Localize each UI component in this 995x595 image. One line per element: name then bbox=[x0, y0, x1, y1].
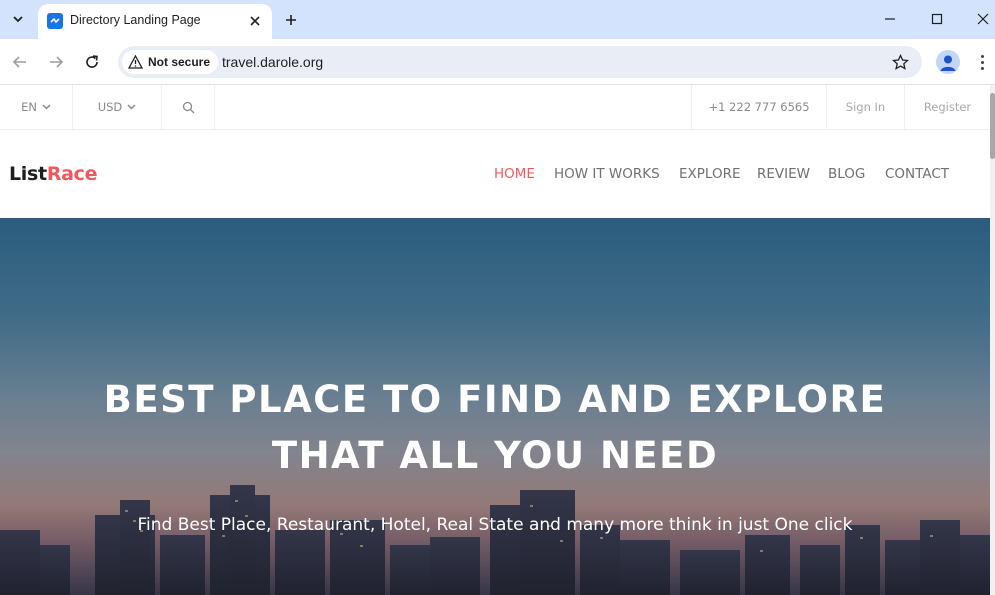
site-favicon-icon bbox=[47, 13, 63, 29]
nav-how-it-works[interactable]: HOW IT WORKS bbox=[554, 166, 660, 182]
reload-icon bbox=[86, 55, 98, 68]
phone-text: +1 222 777 6565 bbox=[708, 100, 810, 114]
url-text[interactable]: travel.darole.org bbox=[222, 54, 323, 70]
maximize-icon bbox=[931, 13, 943, 25]
minimize-icon bbox=[885, 18, 895, 20]
maximize-button[interactable] bbox=[923, 6, 951, 32]
back-button[interactable] bbox=[7, 49, 33, 75]
site-logo[interactable]: ListRace bbox=[9, 163, 98, 185]
browser-menu-button[interactable] bbox=[975, 51, 989, 73]
nav-contact[interactable]: CONTACT bbox=[885, 166, 949, 182]
tab-search-button[interactable] bbox=[6, 7, 30, 31]
address-bar[interactable]: Not secure travel.darole.org bbox=[118, 46, 922, 78]
hero-title-line-2: THAT ALL YOU NEED bbox=[271, 434, 719, 477]
logo-part-list: List bbox=[9, 163, 47, 185]
security-label: Not secure bbox=[148, 55, 211, 69]
language-selector[interactable]: EN bbox=[0, 85, 73, 129]
close-icon bbox=[250, 16, 260, 26]
language-value: EN bbox=[21, 100, 37, 114]
dot bbox=[980, 54, 984, 58]
tab-title: Directory Landing Page bbox=[70, 13, 201, 27]
new-tab-button[interactable] bbox=[280, 9, 302, 31]
register-label: Register bbox=[923, 100, 972, 114]
arrow-right-icon bbox=[50, 56, 64, 68]
plus-icon bbox=[286, 15, 296, 25]
sign-in-label: Sign In bbox=[845, 100, 886, 114]
nav-review[interactable]: REVIEW bbox=[757, 166, 810, 182]
search-icon bbox=[182, 101, 194, 113]
chevron-down-icon bbox=[127, 104, 136, 110]
browser-tab-strip: Directory Landing Page bbox=[0, 0, 995, 39]
currency-selector[interactable]: USD bbox=[73, 85, 162, 129]
security-indicator[interactable]: Not secure bbox=[122, 50, 219, 74]
web-page: EN USD +1 222 777 6565 Sign In Register … bbox=[0, 85, 990, 595]
browser-toolbar: Not secure travel.darole.org bbox=[0, 39, 995, 85]
arrow-left-icon bbox=[12, 56, 26, 68]
main-navbar: ListRace HOME HOW IT WORKS EXPLORE REVIE… bbox=[0, 130, 990, 218]
hero-subtitle: Find Best Place, Restaurant, Hotel, Real… bbox=[137, 515, 853, 535]
phone-number: +1 222 777 6565 bbox=[691, 85, 827, 129]
tab-close-button[interactable] bbox=[246, 12, 264, 30]
chevron-down-icon bbox=[13, 16, 23, 23]
active-tab[interactable]: Directory Landing Page bbox=[38, 4, 272, 39]
dot bbox=[980, 60, 984, 64]
warning-icon bbox=[128, 55, 143, 69]
hero-banner: BEST PLACE TO FIND AND EXPLORE THAT ALL … bbox=[0, 218, 990, 595]
star-icon bbox=[891, 53, 909, 70]
top-bar: EN USD +1 222 777 6565 Sign In Register bbox=[0, 85, 990, 130]
logo-part-race: Race bbox=[46, 163, 98, 185]
close-icon bbox=[977, 13, 989, 25]
forward-button[interactable] bbox=[43, 49, 69, 75]
page-scrollbar[interactable] bbox=[990, 85, 995, 595]
currency-value: USD bbox=[97, 100, 123, 114]
sign-in-link[interactable]: Sign In bbox=[827, 85, 905, 129]
person-icon bbox=[940, 55, 956, 71]
minimize-button[interactable] bbox=[876, 6, 904, 32]
reload-button[interactable] bbox=[79, 49, 105, 75]
search-button[interactable] bbox=[162, 85, 215, 129]
profile-avatar[interactable] bbox=[936, 50, 960, 74]
nav-explore[interactable]: EXPLORE bbox=[679, 166, 741, 182]
window-close-button[interactable] bbox=[969, 6, 995, 32]
nav-home[interactable]: HOME bbox=[494, 166, 535, 182]
nav-blog[interactable]: BLOG bbox=[828, 166, 865, 182]
chevron-down-icon bbox=[42, 104, 51, 110]
scrollbar-thumb[interactable] bbox=[990, 93, 995, 159]
dot bbox=[980, 66, 984, 70]
register-link[interactable]: Register bbox=[905, 85, 990, 129]
bookmark-button[interactable] bbox=[890, 52, 910, 72]
hero-title-line-1: BEST PLACE TO FIND AND EXPLORE bbox=[103, 378, 887, 421]
